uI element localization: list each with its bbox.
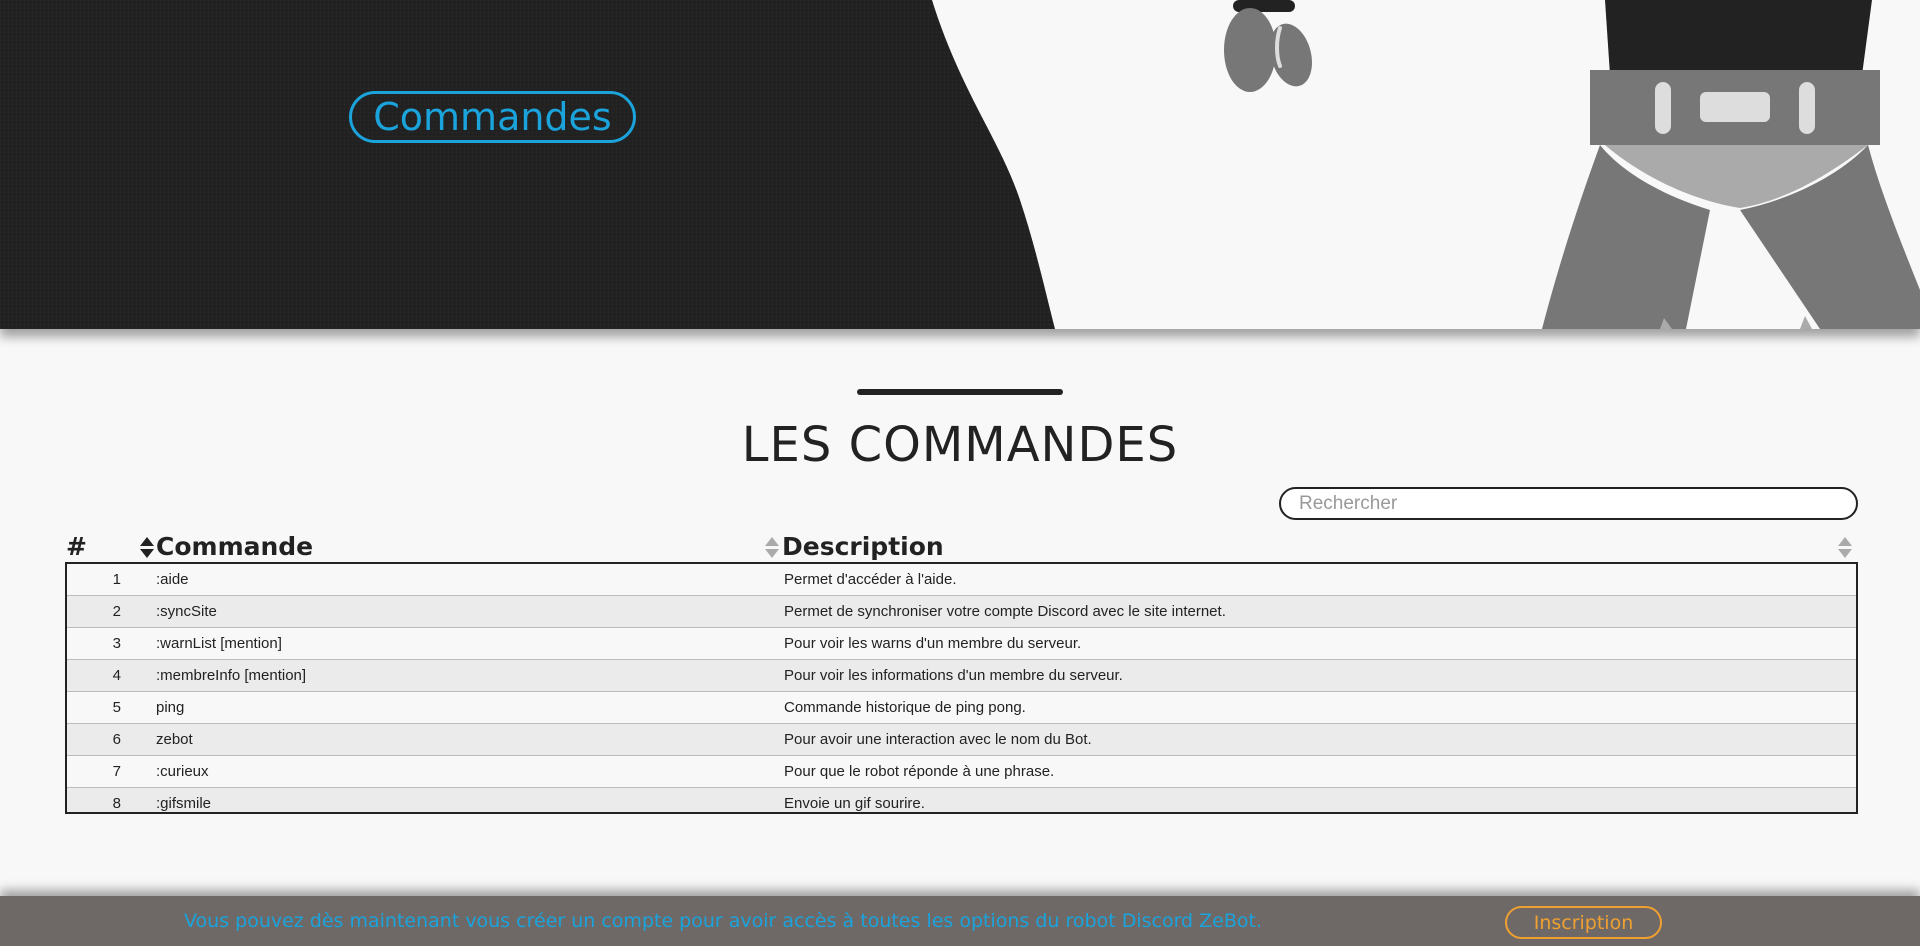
page-title: LES COMMANDES bbox=[741, 417, 1179, 473]
row-description: Pour voir les warns d'un membre du serve… bbox=[784, 635, 1082, 652]
row-number: 1 bbox=[112, 571, 121, 588]
table-row: 2 :syncSite Permet de synchroniser votre… bbox=[67, 596, 1856, 628]
hero-banner: Commandes bbox=[0, 0, 1920, 329]
column-header-num: # bbox=[66, 532, 87, 561]
row-command: zebot bbox=[156, 731, 193, 748]
table-row: 1 :aide Permet d'accéder à l'aide. bbox=[67, 564, 1856, 596]
inscription-button[interactable]: Inscription bbox=[1505, 906, 1662, 939]
row-command: :aide bbox=[156, 571, 189, 588]
column-header-command[interactable]: Commande bbox=[156, 530, 313, 564]
signup-message: Vous pouvez dès maintenant vous créer un… bbox=[184, 910, 1263, 932]
row-description: Permet d'accéder à l'aide. bbox=[784, 571, 957, 588]
row-command: :syncSite bbox=[156, 603, 217, 620]
row-number: 2 bbox=[112, 603, 121, 620]
row-command: :membreInfo [mention] bbox=[156, 667, 307, 684]
row-description: Envoie un gif sourire. bbox=[784, 795, 925, 812]
row-command: ping bbox=[156, 699, 185, 716]
table-row: 5 ping Commande historique de ping pong. bbox=[67, 692, 1856, 724]
row-command: :curieux bbox=[156, 763, 209, 780]
title-divider bbox=[857, 389, 1063, 395]
sort-icon-description[interactable] bbox=[765, 537, 779, 559]
search-input[interactable] bbox=[1279, 487, 1858, 520]
robot-hand-illustration bbox=[1224, 0, 1313, 92]
row-description: Pour avoir une interaction avec le nom d… bbox=[784, 731, 1092, 748]
row-description: Permet de synchroniser votre compte Disc… bbox=[784, 603, 1226, 620]
sort-asc-icon bbox=[1838, 537, 1852, 546]
row-number: 6 bbox=[112, 731, 121, 748]
row-number: 4 bbox=[112, 667, 121, 684]
table-row: 3 :warnList [mention] Pour voir les warn… bbox=[67, 628, 1856, 660]
table-row: 7 :curieux Pour que le robot réponde à u… bbox=[67, 756, 1856, 788]
row-number: 3 bbox=[112, 635, 121, 652]
sort-desc-icon bbox=[1838, 549, 1852, 558]
sort-icon-end[interactable] bbox=[1838, 537, 1852, 559]
sort-icon-command[interactable] bbox=[140, 537, 154, 559]
row-command: :warnList [mention] bbox=[156, 635, 282, 652]
row-number: 8 bbox=[112, 795, 121, 812]
robot-body-illustration bbox=[1542, 0, 1920, 329]
sort-desc-icon bbox=[140, 549, 154, 558]
signup-banner: Vous pouvez dès maintenant vous créer un… bbox=[0, 896, 1920, 946]
row-description: Commande historique de ping pong. bbox=[784, 699, 1026, 716]
commands-table: 1 :aide Permet d'accéder à l'aide. 2 :sy… bbox=[65, 562, 1858, 814]
row-command: :gifsmile bbox=[156, 795, 212, 812]
row-number: 7 bbox=[112, 763, 121, 780]
sort-desc-icon bbox=[765, 549, 779, 558]
table-row: 4 :membreInfo [mention] Pour voir les in… bbox=[67, 660, 1856, 692]
row-description: Pour voir les informations d'un membre d… bbox=[784, 667, 1123, 684]
row-description: Pour que le robot réponde à une phrase. bbox=[784, 763, 1055, 780]
dark-curve-shape bbox=[0, 0, 1055, 329]
column-header-description[interactable]: Description bbox=[782, 530, 944, 564]
hero-background bbox=[0, 0, 1920, 329]
commandes-button[interactable]: Commandes bbox=[349, 91, 636, 143]
sort-asc-icon bbox=[765, 537, 779, 546]
row-number: 5 bbox=[112, 699, 121, 716]
table-row: 6 zebot Pour avoir une interaction avec … bbox=[67, 724, 1856, 756]
sort-asc-icon bbox=[140, 537, 154, 546]
table-row: 8 :gifsmile Envoie un gif sourire. bbox=[67, 788, 1856, 812]
